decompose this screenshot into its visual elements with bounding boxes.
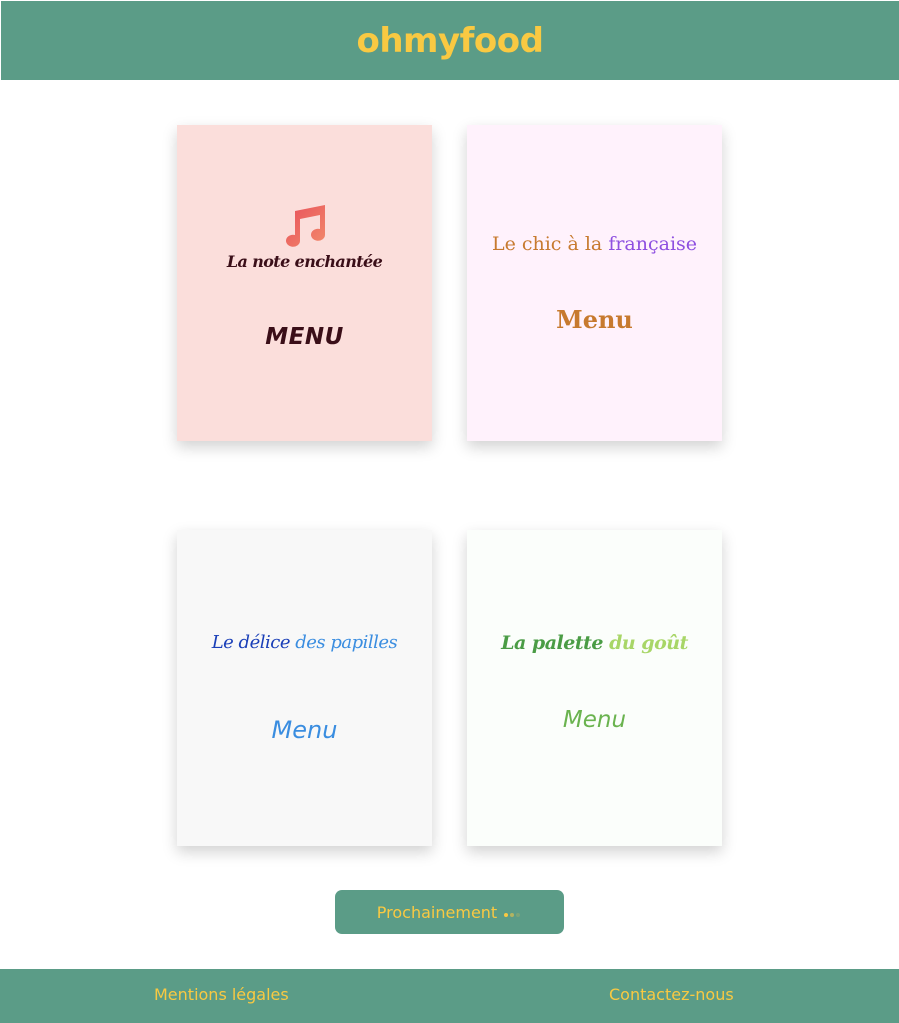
legal-notice-link[interactable]: Mentions légales — [154, 985, 289, 1004]
restaurant-title-part2: française — [608, 233, 698, 255]
music-note-icon — [286, 205, 325, 247]
coming-soon-button[interactable]: Prochainement — [335, 890, 564, 934]
menu-link[interactable]: Menu — [467, 707, 722, 733]
site-logo[interactable]: ohmyfood — [356, 21, 544, 61]
restaurant-card-note-enchantee[interactable]: La note enchantée MENU — [177, 125, 432, 441]
site-footer: Mentions légales Contactez-nous — [0, 969, 899, 1023]
loading-dots-icon — [504, 907, 522, 917]
site-header: ohmyfood — [1, 1, 899, 80]
restaurant-title: Le délice des papilles — [177, 632, 432, 653]
restaurant-title-part2: des papilles — [295, 632, 398, 653]
restaurant-title: La note enchantée — [226, 252, 383, 271]
restaurant-title-part1: Le chic à la — [491, 233, 603, 255]
restaurant-title: Le chic à la française — [467, 233, 722, 255]
restaurant-card-palette-gout[interactable]: La palette du goût Menu — [467, 530, 722, 846]
menu-link[interactable]: Menu — [177, 716, 432, 744]
restaurant-card-delice-papilles[interactable]: Le délice des papilles Menu — [177, 530, 432, 846]
menu-link[interactable]: Menu — [467, 305, 722, 334]
loading-dot — [516, 913, 521, 917]
loading-dot — [510, 913, 515, 917]
restaurant-card-chic-francaise[interactable]: Le chic à la française Menu — [467, 125, 722, 441]
contact-link[interactable]: Contactez-nous — [609, 985, 734, 1004]
coming-soon-label: Prochainement — [376, 902, 498, 922]
restaurant-title-part1: Le délice — [211, 632, 291, 653]
loading-dot — [504, 913, 509, 917]
restaurant-title-part1: La palette — [501, 632, 603, 654]
restaurant-title: La palette du goût — [467, 632, 722, 654]
menu-link[interactable]: MENU — [177, 324, 432, 350]
restaurant-title-part2: du goût — [609, 632, 688, 654]
